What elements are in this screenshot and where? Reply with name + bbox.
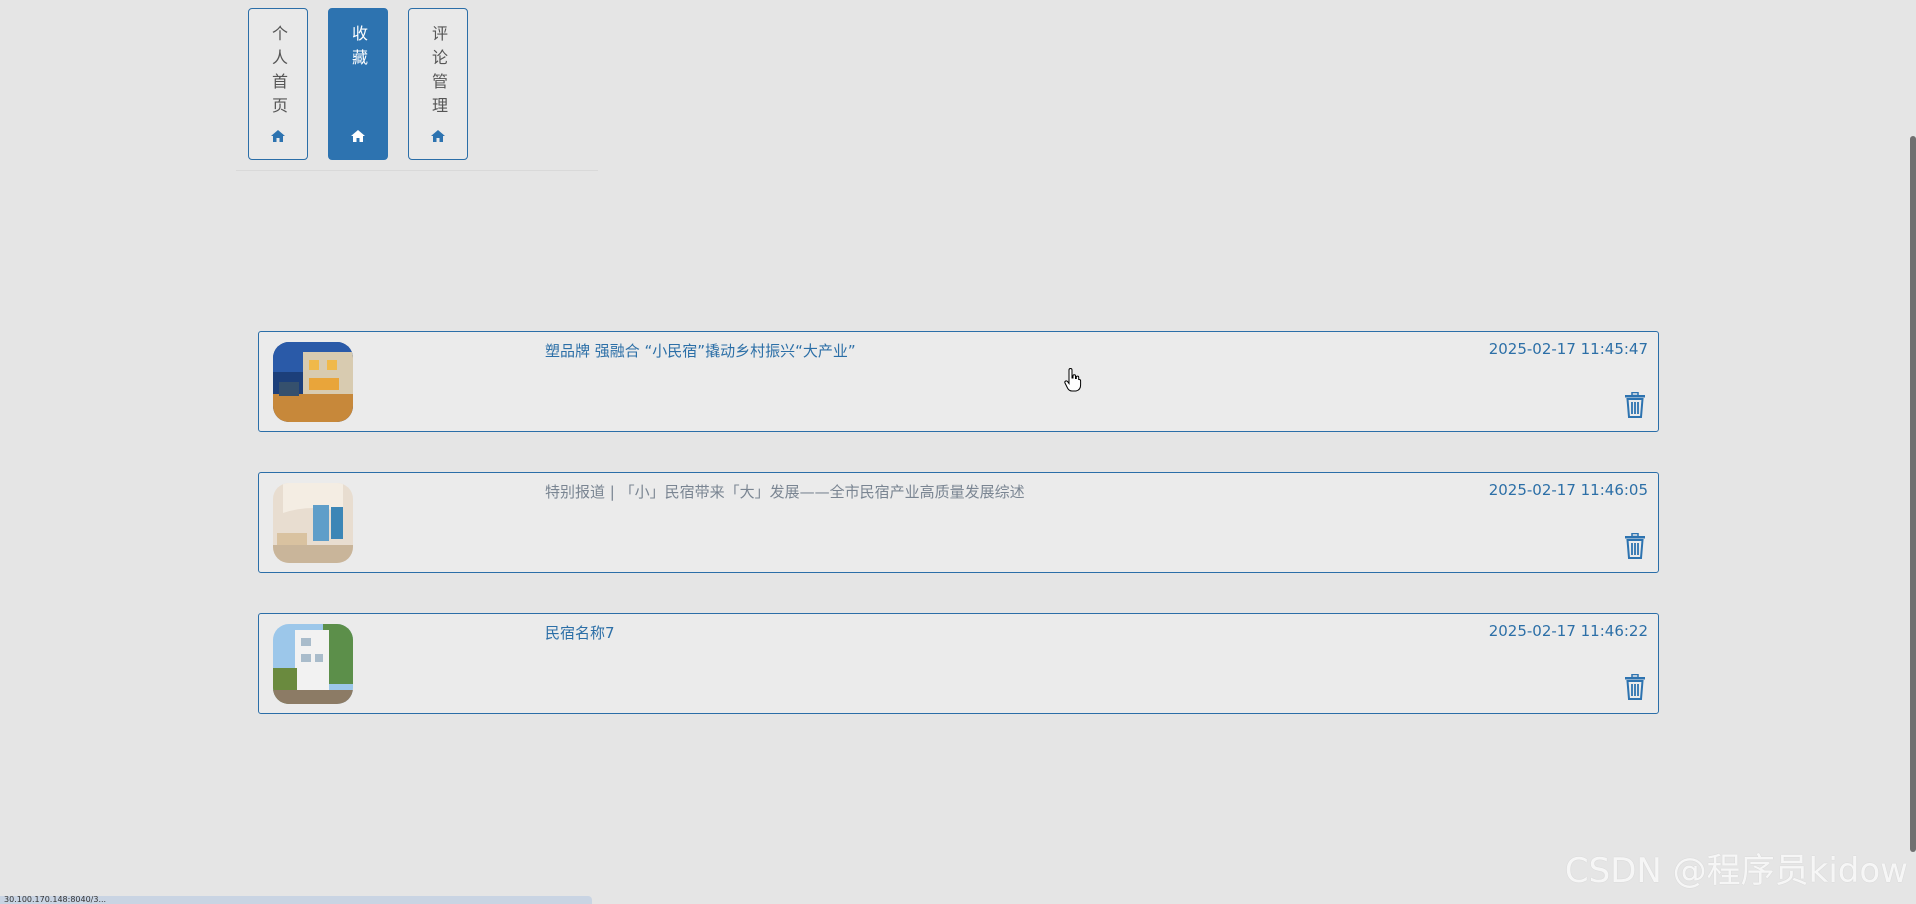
home-icon [271,130,285,142]
favorite-time: 2025-02-17 11:46:22 [1488,622,1648,640]
hand-cursor-icon [1064,368,1082,392]
tab-divider [236,170,598,171]
homestay-thumbnail [273,624,353,704]
list-item[interactable]: 塑品牌 强融合 “小民宿”撬动乡村振兴“大产业” 2025-02-17 11:4… [258,331,1659,432]
trash-icon[interactable] [1624,533,1646,559]
list-item[interactable]: 民宿名称7 2025-02-17 11:46:22 [258,613,1659,714]
tab-favorites[interactable]: 收藏 [328,8,388,160]
tab-label: 个人首页 [269,25,288,121]
favorite-title[interactable]: 塑品牌 强融合 “小民宿”撬动乡村振兴“大产业” [545,340,856,361]
homestay-thumbnail [273,483,353,563]
favorite-title[interactable]: 民宿名称7 [545,622,615,643]
favorite-title[interactable]: 特别报道 | 「小」民宿带来「大」发展——全市民宿产业高质量发展综述 [545,481,1025,502]
home-icon [351,130,365,142]
tab-personal-home[interactable]: 个人首页 [248,8,308,160]
home-icon [431,130,445,142]
favorite-time: 2025-02-17 11:46:05 [1488,481,1648,499]
tab-comment-management[interactable]: 评论管理 [408,8,468,160]
watermark: CSDN @程序员kidow [1564,851,1908,891]
list-item[interactable]: 特别报道 | 「小」民宿带来「大」发展——全市民宿产业高质量发展综述 2025-… [258,472,1659,573]
tab-label: 收藏 [349,25,368,73]
trash-icon[interactable] [1624,674,1646,700]
scrollbar-thumb[interactable] [1910,136,1916,852]
favorites-list: 塑品牌 强融合 “小民宿”撬动乡村振兴“大产业” 2025-02-17 11:4… [258,331,1659,754]
favorite-time: 2025-02-17 11:45:47 [1488,340,1648,358]
trash-icon[interactable] [1624,392,1646,418]
tab-label: 评论管理 [429,25,448,121]
homestay-thumbnail [273,342,353,422]
vertical-scrollbar[interactable] [1910,0,1916,904]
status-bar: 30.100.170.148:8040/3... [0,896,592,904]
